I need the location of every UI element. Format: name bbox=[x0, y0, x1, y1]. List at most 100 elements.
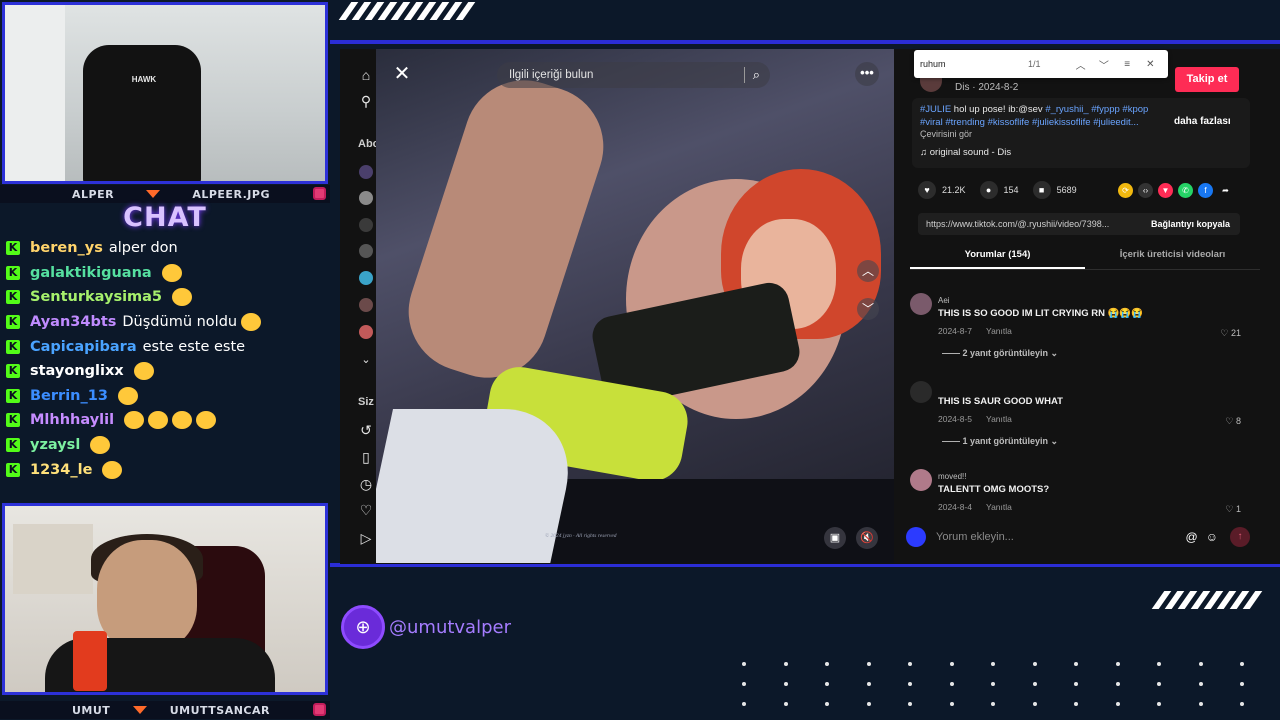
whatsapp-icon[interactable]: ✆ bbox=[1178, 183, 1193, 198]
divider bbox=[743, 67, 745, 83]
decor-dot bbox=[991, 682, 995, 686]
clock-icon[interactable]: ◷ bbox=[358, 476, 374, 492]
chat-title: CHAT bbox=[123, 202, 207, 233]
chair-logo: HAWK bbox=[131, 75, 157, 84]
pip-icon[interactable]: ▣ bbox=[824, 527, 846, 549]
chat-text: este este este bbox=[142, 338, 246, 355]
tab-comments[interactable]: Yorumlar (154) bbox=[910, 244, 1085, 269]
tab-creator-videos[interactable]: İçerik üreticisi videoları bbox=[1085, 244, 1260, 269]
reply-button[interactable]: Yanıtla bbox=[986, 502, 1012, 512]
close-icon[interactable]: ✕ bbox=[390, 62, 414, 86]
comment-like[interactable]: ♡ 1 bbox=[1225, 504, 1241, 512]
close-icon[interactable]: ✕ bbox=[1139, 59, 1162, 70]
repost-icon[interactable]: ⟳ bbox=[1118, 183, 1133, 198]
facebook-icon[interactable]: f bbox=[1198, 183, 1213, 198]
send-icon[interactable]: ▼ bbox=[1158, 183, 1173, 198]
video-player[interactable] bbox=[376, 49, 894, 563]
chat-message: Kgalaktikiguana bbox=[6, 261, 328, 286]
follow-button[interactable]: Takip et bbox=[1175, 67, 1239, 92]
find-input[interactable] bbox=[920, 59, 1028, 69]
kick-badge-icon: K bbox=[6, 290, 20, 305]
avatar[interactable] bbox=[910, 293, 932, 315]
sound-link[interactable]: ♫ original sound - Dis bbox=[920, 147, 1011, 158]
decor-dot bbox=[783, 702, 788, 706]
handle-text: @umutvalper bbox=[389, 616, 511, 638]
comment-date: 2024-8-7 bbox=[938, 326, 973, 336]
chat-username: Berrin_13 bbox=[30, 387, 108, 404]
comment-like[interactable]: ♡ 8 bbox=[1225, 416, 1241, 427]
hashtag[interactable]: #JULIE bbox=[920, 104, 951, 115]
emote-icon bbox=[133, 362, 154, 381]
engagement-stats: ♥ 21.2K ● 154 ■ 5689 bbox=[918, 181, 1091, 199]
chevron-down-icon[interactable]: ⌄ bbox=[358, 352, 374, 368]
comment-input[interactable] bbox=[936, 525, 1178, 549]
avatar[interactable] bbox=[359, 191, 373, 205]
avatar[interactable] bbox=[359, 244, 373, 258]
comment-stat[interactable]: ● 154 bbox=[979, 181, 1019, 199]
save-stat[interactable]: ■ 5689 bbox=[1032, 181, 1077, 199]
related-search-input[interactable] bbox=[509, 69, 736, 81]
bookmark-icon: ■ bbox=[1032, 181, 1051, 199]
translate-link[interactable]: Çevirisini gör bbox=[920, 129, 972, 139]
chevron-down-icon[interactable]: ﹀ bbox=[857, 298, 879, 320]
history-icon[interactable]: ↺ bbox=[358, 422, 374, 438]
comment-like-count: 8 bbox=[1235, 416, 1241, 426]
cam-name-left: UMUT bbox=[72, 703, 111, 717]
rail-section-you: Siz bbox=[358, 396, 374, 408]
more-options-button[interactable]: ••• bbox=[855, 62, 879, 86]
cam-name-bar-top: ALPER ALPEER.JPG bbox=[0, 185, 330, 203]
chevron-up-icon[interactable]: ︿ bbox=[1069, 57, 1092, 72]
copy-link-button[interactable]: Bağlantıyı kopyala bbox=[1141, 219, 1240, 229]
embed-icon[interactable]: ‹› bbox=[1138, 183, 1153, 198]
chat-username: Mlhhhaylil bbox=[30, 412, 115, 429]
explore-icon[interactable]: ⚲ bbox=[358, 93, 374, 109]
person-face bbox=[97, 540, 197, 650]
decor-dot bbox=[783, 682, 788, 686]
avatar[interactable] bbox=[910, 469, 932, 491]
play-icon[interactable]: ▷ bbox=[358, 530, 374, 546]
emote-icon bbox=[161, 263, 182, 282]
filter-icon[interactable]: ≡ bbox=[1116, 59, 1139, 70]
decor-dot bbox=[908, 682, 912, 686]
link-bar: https://www.tiktok.com/@.ryushii/video/7… bbox=[918, 213, 1240, 235]
reply-button[interactable]: Yanıtla bbox=[986, 326, 1012, 336]
comment-count: 154 bbox=[1003, 185, 1019, 195]
chevron-up-icon[interactable]: ︿ bbox=[857, 260, 879, 282]
chat-message: K 1234_le bbox=[6, 457, 328, 482]
avatar[interactable] bbox=[359, 165, 373, 179]
avatar[interactable] bbox=[359, 218, 373, 232]
comment-username[interactable]: moved!! bbox=[938, 472, 966, 481]
avatar[interactable] bbox=[359, 271, 373, 285]
comment-icon: ● bbox=[979, 181, 998, 199]
reply-button[interactable]: Yanıtla bbox=[986, 414, 1012, 424]
mention-icon[interactable]: @ bbox=[1186, 530, 1198, 544]
decor-dot bbox=[1074, 682, 1078, 686]
avatar[interactable] bbox=[359, 325, 373, 339]
comment-username[interactable]: Aei bbox=[938, 296, 950, 305]
decor-dot bbox=[825, 662, 829, 666]
emote-icon bbox=[102, 460, 123, 479]
mute-icon[interactable]: 🔇 bbox=[856, 527, 878, 549]
webcam-bottom bbox=[2, 503, 328, 695]
bookmark-icon[interactable]: ▯ bbox=[358, 449, 374, 465]
like-stat[interactable]: ♥ 21.2K bbox=[918, 181, 966, 199]
chevron-down-icon[interactable]: ﹀ bbox=[1092, 57, 1115, 72]
view-replies-link[interactable]: —— 1 yanıt görüntüleyin ⌄ bbox=[942, 436, 1058, 447]
home-icon[interactable]: ⌂ bbox=[358, 67, 374, 83]
comment-like[interactable]: ♡ 21 bbox=[1220, 328, 1241, 339]
heart-icon: ♡ bbox=[1225, 504, 1236, 512]
view-replies-link[interactable]: —— 2 yanıt görüntüleyin ⌄ bbox=[942, 348, 1058, 359]
like-icon[interactable]: ♡ bbox=[358, 502, 374, 518]
send-icon[interactable]: ↑ bbox=[1230, 527, 1250, 547]
kick-badge-icon: K bbox=[6, 364, 20, 379]
decor-dot bbox=[825, 702, 829, 706]
chat-message: K Senturkaysima5 bbox=[6, 285, 328, 310]
avatar[interactable] bbox=[359, 298, 373, 312]
search-icon[interactable]: ⌕ bbox=[753, 67, 760, 83]
avatar[interactable] bbox=[910, 381, 932, 403]
chat-list: Kberen_ys alper don Kgalaktikiguana K Sentur… bbox=[6, 236, 328, 482]
share-icon[interactable]: ➦ bbox=[1218, 183, 1233, 198]
show-more-link[interactable]: daha fazlası bbox=[1174, 116, 1231, 127]
emoji-icon[interactable]: ☺ bbox=[1206, 530, 1218, 544]
comment-meta: 2024-8-7 Yanıtla bbox=[938, 326, 1012, 336]
